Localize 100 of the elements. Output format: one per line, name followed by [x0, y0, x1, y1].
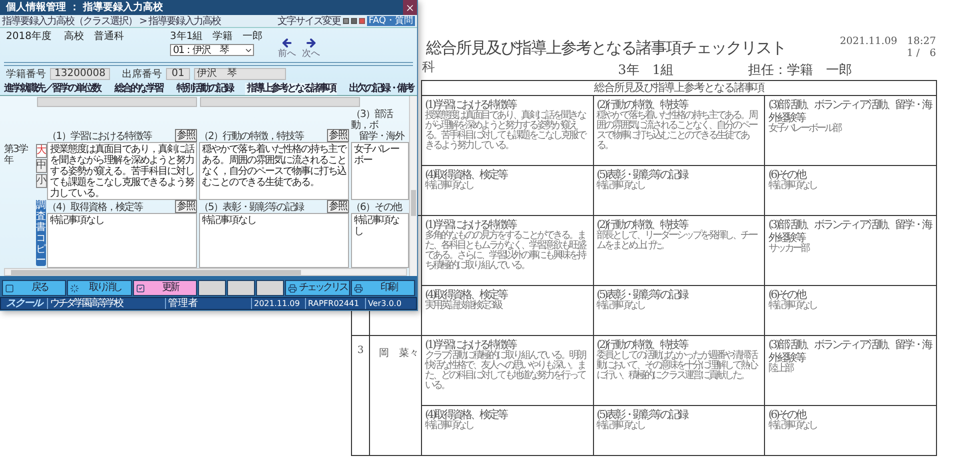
- toolbar-button[interactable]: [226, 280, 255, 296]
- reference-button[interactable]: 参照: [327, 129, 349, 142]
- cell-heading: (4)取得資格、検定等: [425, 168, 508, 181]
- status-date: 2021.11.09: [251, 298, 305, 309]
- cell-text: 特記事項なし: [596, 181, 645, 191]
- cell-heading: (6)その他: [768, 168, 806, 181]
- tab[interactable]: 進学就職先／習学の単位数: [2, 83, 102, 95]
- reference-button[interactable]: 参照: [175, 200, 197, 213]
- vertical-scrollbar[interactable]: [409, 96, 417, 276]
- document-title: 総合所見及び指導上参考となる諸事項チェックリスト: [426, 38, 786, 57]
- side-tab[interactable]: 調査書コピー: [36, 200, 46, 266]
- cell-text: 女子バレーボール部: [768, 124, 842, 134]
- toolbar-button[interactable]: 戻る: [2, 280, 66, 296]
- checkbox-icon: [136, 284, 144, 292]
- cell-heading: (5)表彰・顕彰等の記録: [596, 288, 689, 301]
- version: Ver3.0.0: [365, 298, 416, 309]
- tab[interactable]: 指導上参考となる諸事項: [244, 83, 337, 95]
- cell-heading: (6)その他: [768, 408, 806, 421]
- teacher-name: 担任：学籍 一郎: [748, 63, 852, 78]
- user-role: 管理者: [165, 298, 251, 309]
- tab[interactable]: 出欠の記録・備考: [347, 83, 415, 95]
- next-button[interactable]: 次へ: [302, 37, 320, 59]
- text-field[interactable]: 特記事項なし: [47, 213, 197, 268]
- cell-text: 陸上部: [768, 364, 794, 374]
- course-fragment: 科: [422, 60, 435, 75]
- text-field[interactable]: 授業態度は真面目であり，真剣に話を聞きながら理解を深めようと努力する姿勢が窺える。苦手科目に対しても課題をこなし克服できるよう努力している。: [47, 142, 197, 200]
- filter-field[interactable]: [200, 97, 360, 107]
- printer-icon: [288, 284, 297, 292]
- toolbar-button[interactable]: [256, 280, 284, 296]
- tab[interactable]: 特別活動の記録: [174, 83, 234, 95]
- reference-button[interactable]: 参照: [175, 129, 197, 142]
- tab[interactable]: 総合的な学習: [112, 83, 164, 95]
- cell-heading: (4)取得資格、検定等: [425, 288, 508, 301]
- close-button[interactable]: [403, 0, 417, 15]
- cell-heading: (1)学習における特徴等: [425, 338, 516, 351]
- cell-heading: (3)部活動、ボランティア活動、留学・海外経験等: [768, 98, 932, 124]
- cell-heading: (2)行動の特徴、特技等: [596, 98, 689, 111]
- cell-heading: (3)部活動、ボランティア活動、留学・海外経験等: [768, 218, 932, 244]
- printer-icon: [354, 284, 363, 292]
- student-number-field: 13200008: [50, 68, 110, 80]
- cell-text: 特記事項なし: [768, 421, 818, 431]
- text-size-button[interactable]: 中: [36, 159, 47, 173]
- scrollbar-thumb[interactable]: [411, 190, 416, 216]
- cell-heading: (2)行動の特徴、特技等: [596, 338, 689, 351]
- text-field[interactable]: 女子バレーボー: [351, 142, 409, 200]
- spinner-icon: [70, 284, 80, 292]
- student-dropdown[interactable]: 01：伊沢 琴: [170, 44, 254, 56]
- breadcrumb[interactable]: 指導要録入力高校（クラス選択） > 指導要録入力高校: [2, 16, 221, 26]
- school-year: 2018年度: [6, 31, 52, 42]
- square-icon: [5, 284, 14, 292]
- reference-button[interactable]: 参照: [327, 200, 349, 213]
- previous-button[interactable]: 前へ: [278, 37, 296, 59]
- section-heading: （6）その他: [351, 202, 402, 213]
- cell-heading: (6)その他: [768, 288, 806, 301]
- toolbar-button[interactable]: 取り消し: [67, 280, 132, 296]
- cell-text: 特記事項なし: [768, 181, 818, 191]
- print-datetime: 2021.11.09 18:27: [840, 36, 936, 48]
- attendance-number-field: 01: [166, 68, 190, 80]
- field-label: 学籍番号: [6, 68, 46, 80]
- toolbar-button[interactable]: [198, 280, 226, 296]
- text-field[interactable]: 特記事項なし: [351, 213, 409, 268]
- text-field[interactable]: 特記事項なし: [199, 213, 349, 268]
- text-field[interactable]: 穏やかで落ち着いた性格の持ち主である。周囲の雰囲気に流されることなく，自分のペースで物事に打ち込むことのできる生徒である。: [199, 142, 349, 200]
- class-name: 3年 1組: [618, 63, 675, 78]
- toolbar-button[interactable]: 更新: [132, 280, 197, 296]
- student-name: 岡 菜々: [379, 348, 419, 359]
- section-heading: （5）表彰・顕彰等の記録: [199, 202, 304, 213]
- app-logo: スクール: [5, 298, 44, 309]
- section-heading: （4）取得資格，検定等: [47, 202, 142, 213]
- scrollbar-thumb[interactable]: [11, 270, 301, 274]
- cell-text: 特記事項なし: [596, 301, 645, 311]
- page-number: 1 / 6: [906, 48, 936, 60]
- horizontal-scrollbar[interactable]: [4, 268, 407, 276]
- cell-text: 多角的なものの見方をすることができる。また、各科目ともムラがなく、学習意欲も旺盛である。さらに、学習以外の事にも興味を持ち積極的に取り組んでいる。: [425, 231, 586, 271]
- section-heading: （2）行動の特徴，特技等: [199, 131, 304, 142]
- text-size-button[interactable]: 大: [36, 144, 47, 158]
- toolbar-button[interactable]: 印刷: [350, 280, 415, 296]
- close-icon: [405, 2, 415, 12]
- cell-text: 特記事項なし: [425, 181, 474, 191]
- field-label: 出席番号: [122, 68, 162, 80]
- cell-heading: (5)表彰・顕彰等の記録: [596, 408, 689, 421]
- cell-text: 特記事項なし: [596, 421, 645, 431]
- grade-label: 第3学年: [4, 144, 29, 166]
- cell-text: 穏やかで落ち着いた性格の持ち主である。周囲の雰囲気に流されることなく、自分のペースで物事に打ち込むことのできる生徒である。: [596, 111, 758, 151]
- cell-heading: (2)行動の特徴、特技等: [596, 218, 689, 231]
- toolbar-button[interactable]: チェックリス: [284, 280, 350, 296]
- cell-heading: (3)部活動、ボランティア活動、留学・海外経験等: [768, 338, 932, 364]
- cell-heading: (1)学習における特徴等: [425, 218, 516, 231]
- cell-text: 実用英語技能検定3級: [425, 301, 503, 311]
- font-size-label: 文字サイズ変更: [278, 16, 341, 26]
- filter-field[interactable]: [37, 97, 197, 107]
- section-heading: （3）部活動，ボ: [351, 109, 394, 131]
- table-heading: 総合所見及び指導上参考となる諸事項: [421, 80, 937, 96]
- student-number: 3: [357, 345, 364, 356]
- section-heading: 留学・海外: [358, 131, 406, 142]
- cell-text: 特記事項なし: [768, 301, 818, 311]
- help-button[interactable]: FAQ・質問: [366, 16, 415, 26]
- section-heading: （1）学習における特徴等: [47, 131, 152, 142]
- cell-text: 特記事項なし: [425, 421, 474, 431]
- cell-text: サッカー部: [768, 244, 810, 254]
